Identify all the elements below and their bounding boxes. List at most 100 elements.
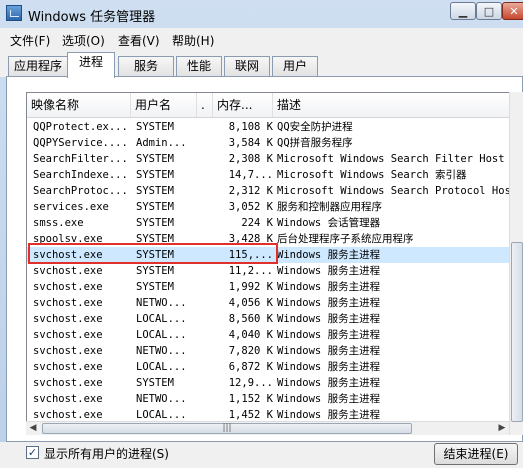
process-row[interactable]: svchost.exe LOCAL... 4,040 K Windows 服务主进程	[27, 327, 510, 343]
process-list[interactable]: 映像名称 用户名 . 内存... 描述 QQProtect.ex... SYSTE…	[26, 92, 523, 435]
process-row[interactable]: svchost.exe NETWO... 7,820 K Windows 服务主进程	[27, 343, 510, 359]
process-memory: 14,7...	[228, 169, 273, 181]
process-memory: 1,992 K	[228, 281, 273, 293]
process-memory: 8,108 K	[228, 121, 273, 133]
process-image-name: SearchProtoc...	[33, 185, 128, 197]
process-row[interactable]: smss.exe SYSTEM 224 K Windows 会话管理器	[27, 215, 510, 231]
process-row[interactable]: SearchFilter... SYSTEM 2,308 K Microsoft Wi…	[27, 151, 510, 167]
show-all-users-checkbox[interactable]: ✓	[26, 446, 39, 459]
process-image-name: svchost.exe	[33, 265, 103, 277]
process-image-name: svchost.exe	[33, 313, 103, 325]
menu-help[interactable]: 帮助(H)	[172, 32, 214, 49]
process-user-name: SYSTEM	[136, 281, 174, 293]
process-row[interactable]: svchost.exe SYSTEM 1,992 K Windows 服务主进程	[27, 279, 510, 295]
tab-services[interactable]: 服务	[118, 56, 174, 77]
process-row[interactable]: services.exe SYSTEM 3,052 K 服务和控制器应用程序	[27, 199, 510, 215]
process-row[interactable]: QQPYService.... Admin... 3,584 K QQ拼音服务程序	[27, 135, 510, 151]
process-image-name: QQProtect.ex...	[33, 121, 128, 133]
task-manager-icon	[6, 5, 22, 21]
process-memory: 2,312 K	[228, 185, 273, 197]
process-row[interactable]: SearchIndexe... SYSTEM 14,7... Microsoft Wi…	[27, 167, 510, 183]
process-memory: 3,428 K	[228, 233, 273, 245]
process-image-name: QQPYService....	[33, 137, 128, 149]
process-memory: 115,...	[228, 249, 273, 261]
close-button[interactable]: ✕	[502, 2, 523, 20]
process-row[interactable]: svchost.exe SYSTEM 115,... Windows 服务主进程	[27, 247, 510, 263]
process-memory: 4,056 K	[228, 297, 273, 309]
window-title: Windows 任务管理器	[28, 10, 156, 25]
process-row[interactable]: svchost.exe SYSTEM 11,2... Windows 服务主进程	[27, 263, 510, 279]
process-image-name: smss.exe	[33, 217, 84, 229]
menu-view[interactable]: 查看(V)	[118, 32, 160, 49]
process-description: Windows 服务主进程	[277, 345, 381, 357]
process-description: 后台处理程序子系统应用程序	[277, 233, 414, 245]
tab-users[interactable]: 用户	[272, 56, 318, 77]
menu-options[interactable]: 选项(O)	[62, 32, 105, 49]
maximize-button[interactable]: □	[476, 2, 502, 20]
column-image-name[interactable]: 映像名称	[27, 93, 131, 117]
process-row[interactable]: svchost.exe LOCAL... 6,872 K Windows 服务主进程	[27, 359, 510, 375]
scroll-left-icon[interactable]: ◀	[26, 422, 40, 435]
process-row[interactable]: spoolsv.exe SYSTEM 3,428 K 后台处理程序子系统应用程序	[27, 231, 510, 247]
process-description: Microsoft Windows Search Protocol Host	[277, 185, 509, 197]
column-memory[interactable]: 内存...	[213, 93, 273, 117]
vertical-scrollbar[interactable]	[509, 92, 523, 435]
process-image-name: spoolsv.exe	[33, 233, 103, 245]
menu-file[interactable]: 文件(F)	[10, 32, 50, 49]
scroll-right-icon[interactable]: ▶	[495, 422, 509, 435]
show-all-users-label[interactable]: 显示所有用户的进程(S)	[44, 445, 169, 462]
process-row[interactable]: svchost.exe NETWO... 1,152 K Windows 服务主进程	[27, 391, 510, 407]
column-sort-indicator[interactable]: .	[197, 93, 213, 117]
process-memory: 2,308 K	[228, 153, 273, 165]
process-image-name: svchost.exe	[33, 281, 103, 293]
process-user-name: SYSTEM	[136, 249, 174, 261]
tab-networking[interactable]: 联网	[224, 56, 270, 77]
process-image-name: svchost.exe	[33, 329, 103, 341]
process-user-name: NETWO...	[136, 393, 187, 405]
process-row[interactable]: svchost.exe SYSTEM 12,9... Windows 服务主进程	[27, 375, 510, 391]
process-image-name: svchost.exe	[33, 297, 103, 309]
minimize-icon: ▁	[458, 4, 468, 18]
process-image-name: svchost.exe	[33, 345, 103, 357]
process-description: QQ安全防护进程	[277, 121, 353, 133]
column-header-row: 映像名称 用户名 . 内存... 描述	[27, 93, 522, 118]
process-memory: 3,052 K	[228, 201, 273, 213]
horizontal-scrollbar[interactable]: ◀ ||| ▶	[26, 421, 509, 435]
maximize-icon: □	[483, 4, 495, 18]
process-user-name: SYSTEM	[136, 265, 174, 277]
process-description: Windows 服务主进程	[277, 361, 381, 373]
horizontal-scroll-thumb[interactable]: |||	[42, 423, 412, 434]
menu-bar: 文件(F) 选项(O) 查看(V) 帮助(H)	[0, 28, 523, 51]
process-description: Microsoft Windows Search 索引器	[277, 169, 467, 181]
column-description[interactable]: 描述	[273, 93, 522, 117]
process-description: Windows 服务主进程	[277, 329, 381, 341]
process-description: Windows 会话管理器	[277, 217, 381, 229]
title-bar[interactable]: Windows 任务管理器 ▁ □ ✕	[0, 0, 523, 28]
process-image-name: svchost.exe	[33, 249, 103, 261]
process-memory: 7,820 K	[228, 345, 273, 357]
process-memory: 12,9...	[228, 377, 273, 389]
process-user-name: SYSTEM	[136, 217, 174, 229]
process-user-name: Admin...	[136, 137, 187, 149]
process-image-name: services.exe	[33, 201, 109, 213]
process-user-name: NETWO...	[136, 297, 187, 309]
minimize-button[interactable]: ▁	[450, 2, 476, 20]
process-memory: 1,152 K	[228, 393, 273, 405]
process-row[interactable]: QQProtect.ex... SYSTEM 8,108 K QQ安全防护进程	[27, 119, 510, 135]
process-row[interactable]: SearchProtoc... SYSTEM 2,312 K Microsoft Wi…	[27, 183, 510, 199]
process-description: Microsoft Windows Search Filter Host	[277, 153, 505, 165]
process-user-name: SYSTEM	[136, 377, 174, 389]
process-memory: 4,040 K	[228, 329, 273, 341]
vertical-scroll-thumb[interactable]	[511, 242, 523, 422]
tab-performance[interactable]: 性能	[176, 56, 222, 77]
process-row[interactable]: svchost.exe LOCAL... 8,560 K Windows 服务主进程	[27, 311, 510, 327]
process-user-name: SYSTEM	[136, 169, 174, 181]
tab-processes[interactable]: 进程	[67, 52, 115, 78]
column-user-name[interactable]: 用户名	[131, 93, 197, 117]
process-user-name: SYSTEM	[136, 233, 174, 245]
process-description: Windows 服务主进程	[277, 393, 381, 405]
process-user-name: NETWO...	[136, 345, 187, 357]
end-process-button[interactable]: 结束进程(E)	[434, 443, 518, 465]
process-row[interactable]: svchost.exe NETWO... 4,056 K Windows 服务主进程	[27, 295, 510, 311]
tab-applications[interactable]: 应用程序	[8, 56, 68, 77]
